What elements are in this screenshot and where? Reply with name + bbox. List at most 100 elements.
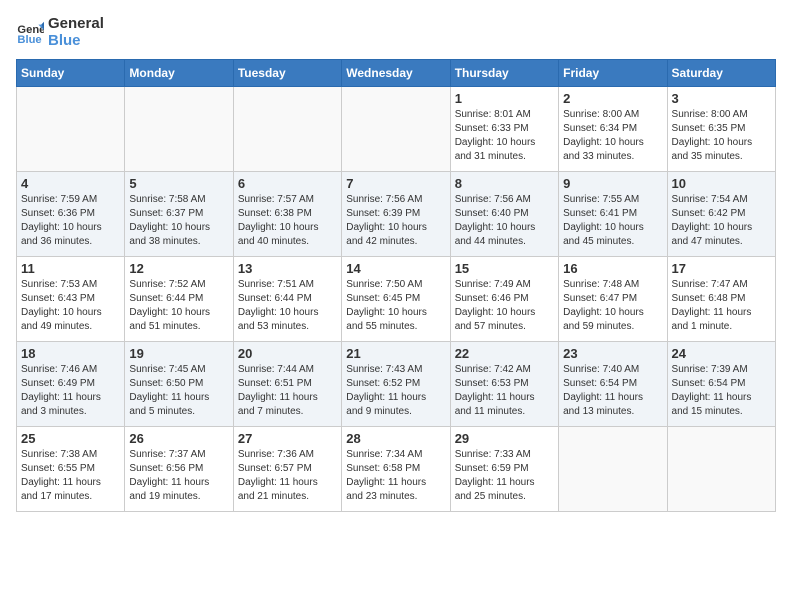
weekday-header-monday: Monday (125, 60, 233, 87)
day-number: 8 (455, 176, 554, 191)
day-info: Sunrise: 8:01 AMSunset: 6:33 PMDaylight:… (455, 108, 554, 164)
calendar-cell (233, 87, 341, 172)
calendar-cell: 3 Sunrise: 8:00 AMSunset: 6:35 PMDaylight… (667, 87, 775, 172)
calendar-cell: 8 Sunrise: 7:56 AMSunset: 6:40 PMDaylight… (450, 172, 558, 257)
calendar-week-row: 11 Sunrise: 7:53 AMSunset: 6:43 PMDayligh… (17, 257, 776, 342)
day-number: 20 (238, 346, 337, 361)
day-number: 16 (563, 261, 662, 276)
day-number: 28 (346, 431, 445, 446)
day-info: Sunrise: 7:46 AMSunset: 6:49 PMDaylight:… (21, 363, 120, 419)
calendar-cell: 6Sunrise: 7:57 AMSunset: 6:38 PMDaylight… (233, 172, 341, 257)
calendar-cell: 5Sunrise: 7:58 AMSunset: 6:37 PMDaylight… (125, 172, 233, 257)
day-info: Sunrise: 7:37 AMSunset: 6:56 PMDaylight:… (129, 448, 228, 504)
day-info: Sunrise: 7:42 AMSunset: 6:53 PMDaylight:… (455, 363, 554, 419)
day-info: Sunrise: 7:56 AMSunset: 6:40 PMDaylight:… (455, 193, 554, 249)
day-number: 23 (563, 346, 662, 361)
logo: General Blue General Blue (16, 16, 104, 49)
day-info: Sunrise: 7:59 AMSunset: 6:36 PMDaylight:… (21, 193, 120, 249)
day-info: Sunrise: 7:44 AMSunset: 6:51 PMDaylight:… (238, 363, 337, 419)
calendar-cell: 1 Sunrise: 8:01 AMSunset: 6:33 PMDaylight… (450, 87, 558, 172)
day-number: 1 (455, 91, 554, 106)
day-number: 24 (672, 346, 771, 361)
day-info: Sunrise: 7:54 AMSunset: 6:42 PMDaylight:… (672, 193, 771, 249)
calendar-cell: 27 Sunrise: 7:36 AMSunset: 6:57 PMDayligh… (233, 427, 341, 512)
day-number: 13 (238, 261, 337, 276)
calendar-cell: 18 Sunrise: 7:46 AMSunset: 6:49 PMDayligh… (17, 342, 125, 427)
calendar-cell: 22 Sunrise: 7:42 AMSunset: 6:53 PMDayligh… (450, 342, 558, 427)
weekday-header-sunday: Sunday (17, 60, 125, 87)
calendar-cell: 7Sunrise: 7:56 AMSunset: 6:39 PMDaylight… (342, 172, 450, 257)
day-info: Sunrise: 7:52 AMSunset: 6:44 PMDaylight:… (129, 278, 228, 334)
calendar-cell: 2 Sunrise: 8:00 AMSunset: 6:34 PMDaylight… (559, 87, 667, 172)
day-info: Sunrise: 7:45 AMSunset: 6:50 PMDaylight:… (129, 363, 228, 419)
day-number: 12 (129, 261, 228, 276)
calendar-cell: 11 Sunrise: 7:53 AMSunset: 6:43 PMDayligh… (17, 257, 125, 342)
calendar-cell (342, 87, 450, 172)
day-number: 21 (346, 346, 445, 361)
calendar-cell: 12 Sunrise: 7:52 AMSunset: 6:44 PMDayligh… (125, 257, 233, 342)
weekday-header-wednesday: Wednesday (342, 60, 450, 87)
day-number: 18 (21, 346, 120, 361)
calendar-cell (559, 427, 667, 512)
calendar-cell: 16 Sunrise: 7:48 AMSunset: 6:47 PMDayligh… (559, 257, 667, 342)
calendar-cell: 20 Sunrise: 7:44 AMSunset: 6:51 PMDayligh… (233, 342, 341, 427)
day-number: 19 (129, 346, 228, 361)
calendar-week-row: 25 Sunrise: 7:38 AMSunset: 6:55 PMDayligh… (17, 427, 776, 512)
calendar-week-row: 4 Sunrise: 7:59 AMSunset: 6:36 PMDaylight… (17, 172, 776, 257)
day-info: Sunrise: 7:47 AMSunset: 6:48 PMDaylight:… (672, 278, 771, 334)
day-info: Sunrise: 7:40 AMSunset: 6:54 PMDaylight:… (563, 363, 662, 419)
day-info: Sunrise: 7:56 AMSunset: 6:39 PMDaylight:… (346, 193, 445, 249)
calendar-cell: 29Sunrise: 7:33 AMSunset: 6:59 PMDayligh… (450, 427, 558, 512)
day-info: Sunrise: 8:00 AMSunset: 6:35 PMDaylight:… (672, 108, 771, 164)
calendar-cell: 14 Sunrise: 7:50 AMSunset: 6:45 PMDayligh… (342, 257, 450, 342)
calendar-cell: 10Sunrise: 7:54 AMSunset: 6:42 PMDayligh… (667, 172, 775, 257)
logo-icon: General Blue (16, 19, 44, 47)
calendar-week-row: 1 Sunrise: 8:01 AMSunset: 6:33 PMDaylight… (17, 87, 776, 172)
day-info: Sunrise: 7:49 AMSunset: 6:46 PMDaylight:… (455, 278, 554, 334)
calendar-cell: 25 Sunrise: 7:38 AMSunset: 6:55 PMDayligh… (17, 427, 125, 512)
calendar-table: SundayMondayTuesdayWednesdayThursdayFrid… (16, 59, 776, 512)
page-header: General Blue General Blue (16, 16, 776, 49)
day-info: Sunrise: 7:53 AMSunset: 6:43 PMDaylight:… (21, 278, 120, 334)
day-info: Sunrise: 7:51 AMSunset: 6:44 PMDaylight:… (238, 278, 337, 334)
calendar-cell: 26Sunrise: 7:37 AMSunset: 6:56 PMDayligh… (125, 427, 233, 512)
day-info: Sunrise: 7:57 AMSunset: 6:38 PMDaylight:… (238, 193, 337, 249)
calendar-cell: 4 Sunrise: 7:59 AMSunset: 6:36 PMDaylight… (17, 172, 125, 257)
day-number: 22 (455, 346, 554, 361)
calendar-cell: 24Sunrise: 7:39 AMSunset: 6:54 PMDayligh… (667, 342, 775, 427)
day-info: Sunrise: 7:50 AMSunset: 6:45 PMDaylight:… (346, 278, 445, 334)
day-number: 2 (563, 91, 662, 106)
day-info: Sunrise: 7:38 AMSunset: 6:55 PMDaylight:… (21, 448, 120, 504)
day-info: Sunrise: 7:58 AMSunset: 6:37 PMDaylight:… (129, 193, 228, 249)
weekday-header-row: SundayMondayTuesdayWednesdayThursdayFrid… (17, 60, 776, 87)
day-info: Sunrise: 7:48 AMSunset: 6:47 PMDaylight:… (563, 278, 662, 334)
day-number: 4 (21, 176, 120, 191)
calendar-cell: 21 Sunrise: 7:43 AMSunset: 6:52 PMDayligh… (342, 342, 450, 427)
day-number: 11 (21, 261, 120, 276)
day-info: Sunrise: 8:00 AMSunset: 6:34 PMDaylight:… (563, 108, 662, 164)
calendar-cell: 19 Sunrise: 7:45 AMSunset: 6:50 PMDayligh… (125, 342, 233, 427)
day-number: 3 (672, 91, 771, 106)
calendar-cell: 28 Sunrise: 7:34 AMSunset: 6:58 PMDayligh… (342, 427, 450, 512)
day-info: Sunrise: 7:36 AMSunset: 6:57 PMDaylight:… (238, 448, 337, 504)
day-number: 17 (672, 261, 771, 276)
day-number: 14 (346, 261, 445, 276)
weekday-header-saturday: Saturday (667, 60, 775, 87)
calendar-cell: 15 Sunrise: 7:49 AMSunset: 6:46 PMDayligh… (450, 257, 558, 342)
day-info: Sunrise: 7:34 AMSunset: 6:58 PMDaylight:… (346, 448, 445, 504)
weekday-header-tuesday: Tuesday (233, 60, 341, 87)
calendar-cell: 9 Sunrise: 7:55 AMSunset: 6:41 PMDaylight… (559, 172, 667, 257)
day-number: 9 (563, 176, 662, 191)
day-number: 25 (21, 431, 120, 446)
calendar-cell: 13 Sunrise: 7:51 AMSunset: 6:44 PMDayligh… (233, 257, 341, 342)
day-number: 27 (238, 431, 337, 446)
day-info: Sunrise: 7:55 AMSunset: 6:41 PMDaylight:… (563, 193, 662, 249)
calendar-cell (125, 87, 233, 172)
day-info: Sunrise: 7:33 AMSunset: 6:59 PMDaylight:… (455, 448, 554, 504)
calendar-cell (667, 427, 775, 512)
day-number: 15 (455, 261, 554, 276)
day-info: Sunrise: 7:43 AMSunset: 6:52 PMDaylight:… (346, 363, 445, 419)
calendar-cell (17, 87, 125, 172)
calendar-cell: 23 Sunrise: 7:40 AMSunset: 6:54 PMDayligh… (559, 342, 667, 427)
calendar-cell: 17 Sunrise: 7:47 AMSunset: 6:48 PMDayligh… (667, 257, 775, 342)
